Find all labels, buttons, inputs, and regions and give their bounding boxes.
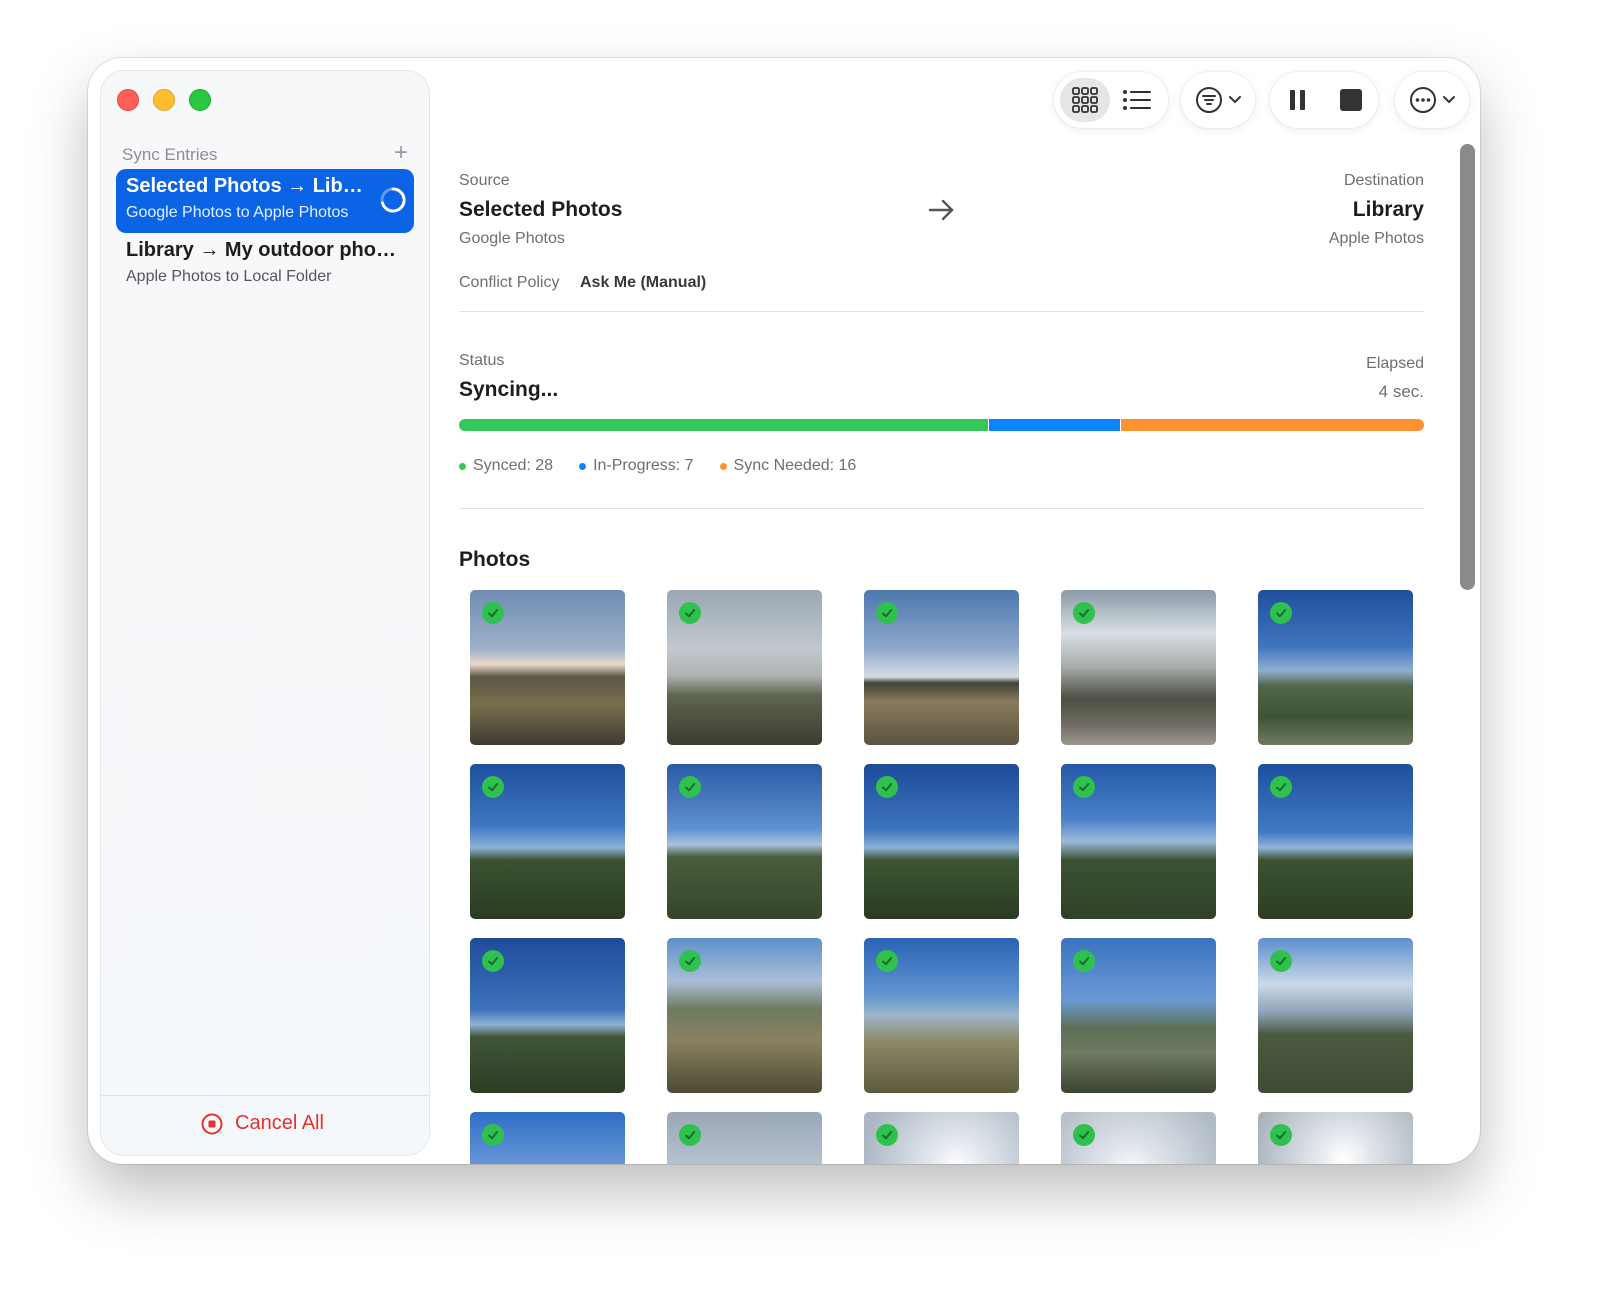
photo-thumbnail[interactable] xyxy=(667,1112,822,1164)
legend-item: In-Progress: 7 xyxy=(579,457,694,475)
legend-label: Synced: 28 xyxy=(473,457,554,474)
photo-thumbnail[interactable] xyxy=(470,764,625,919)
elapsed-value: 4 sec. xyxy=(1378,382,1424,401)
cancel-all-button[interactable]: Cancel All xyxy=(201,1112,324,1135)
stop-circle-icon xyxy=(201,1113,223,1134)
photo-thumbnail[interactable] xyxy=(470,938,625,1093)
destination-label: Destination xyxy=(1343,172,1424,189)
status-label: Status xyxy=(459,352,505,369)
minimize-button[interactable] xyxy=(153,89,175,111)
sync-progress-bar xyxy=(459,419,1424,431)
photo-thumbnail[interactable] xyxy=(1258,1112,1413,1164)
cancel-all-label: Cancel All xyxy=(235,1112,324,1134)
synced-check-icon xyxy=(876,776,898,798)
photo-thumbnail[interactable] xyxy=(1258,938,1413,1093)
synced-check-icon xyxy=(1073,602,1095,624)
divider xyxy=(459,311,1424,312)
app-window: Sync Entries + Selected Photos → Library… xyxy=(88,58,1480,1164)
scrollbar-thumb[interactable] xyxy=(1460,144,1475,590)
divider xyxy=(459,508,1424,509)
legend-item: Sync Needed: 16 xyxy=(719,457,857,475)
synced-check-icon xyxy=(1073,950,1095,972)
zoom-button[interactable] xyxy=(189,89,211,111)
conflict-policy-label: Conflict Policy xyxy=(459,274,560,291)
legend-dot xyxy=(579,462,587,470)
sync-entry-subtitle: Google Photos to Apple Photos xyxy=(126,204,349,221)
progress-segment xyxy=(459,419,989,431)
photo-thumbnail[interactable] xyxy=(1258,590,1413,745)
photo-thumbnail[interactable] xyxy=(864,938,1019,1093)
synced-check-icon xyxy=(1270,776,1292,798)
synced-check-icon xyxy=(482,602,504,624)
photo-thumbnail[interactable] xyxy=(470,1112,625,1164)
status-value: Syncing... xyxy=(459,378,559,401)
legend-label: Sync Needed: 16 xyxy=(733,457,857,474)
synced-check-icon xyxy=(1073,1124,1095,1146)
add-entry-button[interactable]: + xyxy=(394,141,408,165)
photo-thumbnail[interactable] xyxy=(864,1112,1019,1164)
progress-spinner-icon xyxy=(380,187,406,213)
destination-name: Library xyxy=(1352,198,1424,221)
sync-entry-selected-photos[interactable]: Selected Photos → Library Google Photos … xyxy=(116,169,414,233)
synced-check-icon xyxy=(482,776,504,798)
progress-legend: Synced: 28 In-Progress: 7 Sync Needed: 16 xyxy=(459,457,856,475)
sync-entry-library[interactable]: Library → My outdoor photos Apple Photos… xyxy=(116,233,414,297)
synced-check-icon xyxy=(679,776,701,798)
sidebar: Sync Entries + Selected Photos → Library… xyxy=(100,70,430,1156)
synced-check-icon xyxy=(482,950,504,972)
legend-label: In-Progress: 7 xyxy=(593,457,694,474)
synced-check-icon xyxy=(1270,950,1292,972)
photo-thumbnail[interactable] xyxy=(1061,1112,1216,1164)
synced-check-icon xyxy=(1270,602,1292,624)
progress-segment xyxy=(988,419,1122,431)
arrow-right-icon xyxy=(928,199,954,221)
synced-check-icon xyxy=(679,602,701,624)
destination-service: Apple Photos xyxy=(1328,230,1424,247)
legend-dot xyxy=(719,462,727,470)
photo-thumbnail[interactable] xyxy=(1061,938,1216,1093)
sidebar-header: Sync Entries xyxy=(122,145,218,164)
photo-thumbnail[interactable] xyxy=(1258,764,1413,919)
conflict-policy-value: Ask Me (Manual) xyxy=(580,274,707,291)
photo-thumbnail[interactable] xyxy=(667,590,822,745)
synced-check-icon xyxy=(1073,776,1095,798)
photo-thumbnail[interactable] xyxy=(864,590,1019,745)
source-name: Selected Photos xyxy=(459,198,623,221)
sync-entry-subtitle: Apple Photos to Local Folder xyxy=(126,268,332,285)
photo-thumbnail[interactable] xyxy=(1061,590,1216,745)
source-service: Google Photos xyxy=(459,230,565,247)
window-controls xyxy=(117,89,211,111)
close-button[interactable] xyxy=(117,89,139,111)
photo-thumbnail[interactable] xyxy=(667,938,822,1093)
photo-thumbnail[interactable] xyxy=(470,590,625,745)
photo-thumbnail[interactable] xyxy=(1061,764,1216,919)
synced-check-icon xyxy=(482,1124,504,1146)
chevron-down-icon xyxy=(1443,96,1455,104)
synced-check-icon xyxy=(679,1124,701,1146)
progress-segment xyxy=(1121,419,1424,431)
sidebar-footer: Cancel All xyxy=(101,1095,429,1155)
synced-check-icon xyxy=(1270,1124,1292,1146)
source-label: Source xyxy=(459,172,510,189)
synced-check-icon xyxy=(679,950,701,972)
synced-check-icon xyxy=(876,1124,898,1146)
sync-entry-title: Selected Photos → Library xyxy=(126,175,366,197)
legend-item: Synced: 28 xyxy=(459,457,553,475)
photos-section-title: Photos xyxy=(459,548,531,571)
photo-thumbnail[interactable] xyxy=(864,764,1019,919)
photo-grid xyxy=(470,590,1414,1164)
elapsed-label: Elapsed xyxy=(1366,355,1424,372)
synced-check-icon xyxy=(876,602,898,624)
synced-check-icon xyxy=(876,950,898,972)
photo-thumbnail[interactable] xyxy=(667,764,822,919)
legend-dot xyxy=(459,462,466,470)
detail-pane: Source Selected Photos Google Photos Des… xyxy=(459,58,1424,1164)
sync-entry-title: Library → My outdoor photos xyxy=(126,239,396,261)
